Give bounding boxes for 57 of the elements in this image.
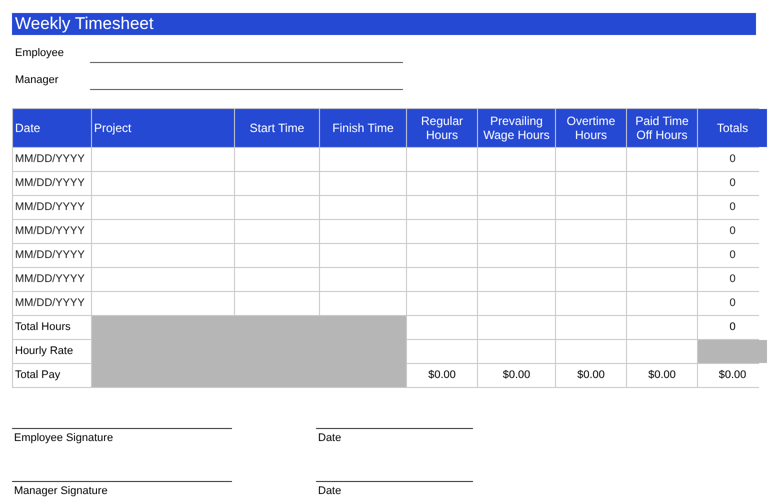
column-header: Finish Time xyxy=(320,109,406,147)
table-cell: MM/DD/YYYY xyxy=(13,196,91,219)
table-cell xyxy=(407,196,477,219)
table-cell xyxy=(556,220,626,243)
table-cell xyxy=(627,148,697,171)
table-cell: MM/DD/YYYY xyxy=(13,172,91,195)
table-cell xyxy=(627,220,697,243)
signature-line[interactable]: Manager Signature xyxy=(12,480,232,499)
table-cell: $0.00 xyxy=(478,364,555,387)
row-label: Hourly Rate xyxy=(13,340,91,363)
table-cell xyxy=(407,148,477,171)
table-cell xyxy=(627,340,697,363)
table-cell xyxy=(556,292,626,315)
field-label: Employee xyxy=(14,46,65,60)
table-cell xyxy=(627,172,697,195)
table-cell xyxy=(627,244,697,267)
table-cell: MM/DD/YYYY xyxy=(13,292,91,315)
table-cell xyxy=(407,340,477,363)
column-header: Start Time xyxy=(235,109,319,147)
table-cell xyxy=(556,340,626,363)
table-cell xyxy=(556,316,626,339)
date-line[interactable]: Date xyxy=(316,428,473,446)
column-header: Regular Hours xyxy=(407,109,477,147)
table-cell xyxy=(407,220,477,243)
table-cell: MM/DD/YYYY xyxy=(13,148,91,171)
table-cell xyxy=(407,292,477,315)
table-cell xyxy=(407,172,477,195)
table-cell xyxy=(556,196,626,219)
table-cell xyxy=(627,292,697,315)
column-header: Date xyxy=(13,109,91,147)
table-cell: MM/DD/YYYY xyxy=(13,244,91,267)
date-line[interactable]: Date xyxy=(316,480,473,499)
column-header: Paid Time Off Hours xyxy=(627,109,697,147)
row-label: Total Pay xyxy=(13,364,91,387)
column-header: Prevailing Wage Hours xyxy=(478,109,555,147)
table-cell xyxy=(556,244,626,267)
table-cell xyxy=(407,244,477,267)
table-cell xyxy=(556,148,626,171)
table-cell xyxy=(627,196,697,219)
table-cell: $0.00 xyxy=(556,364,626,387)
table-cell: MM/DD/YYYY xyxy=(13,220,91,243)
table-cell xyxy=(556,172,626,195)
table-cell xyxy=(627,268,697,291)
title-bar: Weekly Timesheet xyxy=(12,13,756,35)
row-label: Total Hours xyxy=(13,316,91,339)
table-cell xyxy=(407,316,477,339)
table-cell: $0.00 xyxy=(627,364,697,387)
table-cell xyxy=(407,268,477,291)
column-header: Overtime Hours xyxy=(556,109,626,147)
table-cell: MM/DD/YYYY xyxy=(13,268,91,291)
table-cell xyxy=(556,268,626,291)
signature-line[interactable]: Employee Signature xyxy=(12,428,232,446)
table-cell: $0.00 xyxy=(407,364,477,387)
table-cell xyxy=(627,316,697,339)
field-label: Manager xyxy=(14,72,60,88)
column-header: Project xyxy=(92,109,234,147)
column-header: Totals xyxy=(698,109,767,147)
